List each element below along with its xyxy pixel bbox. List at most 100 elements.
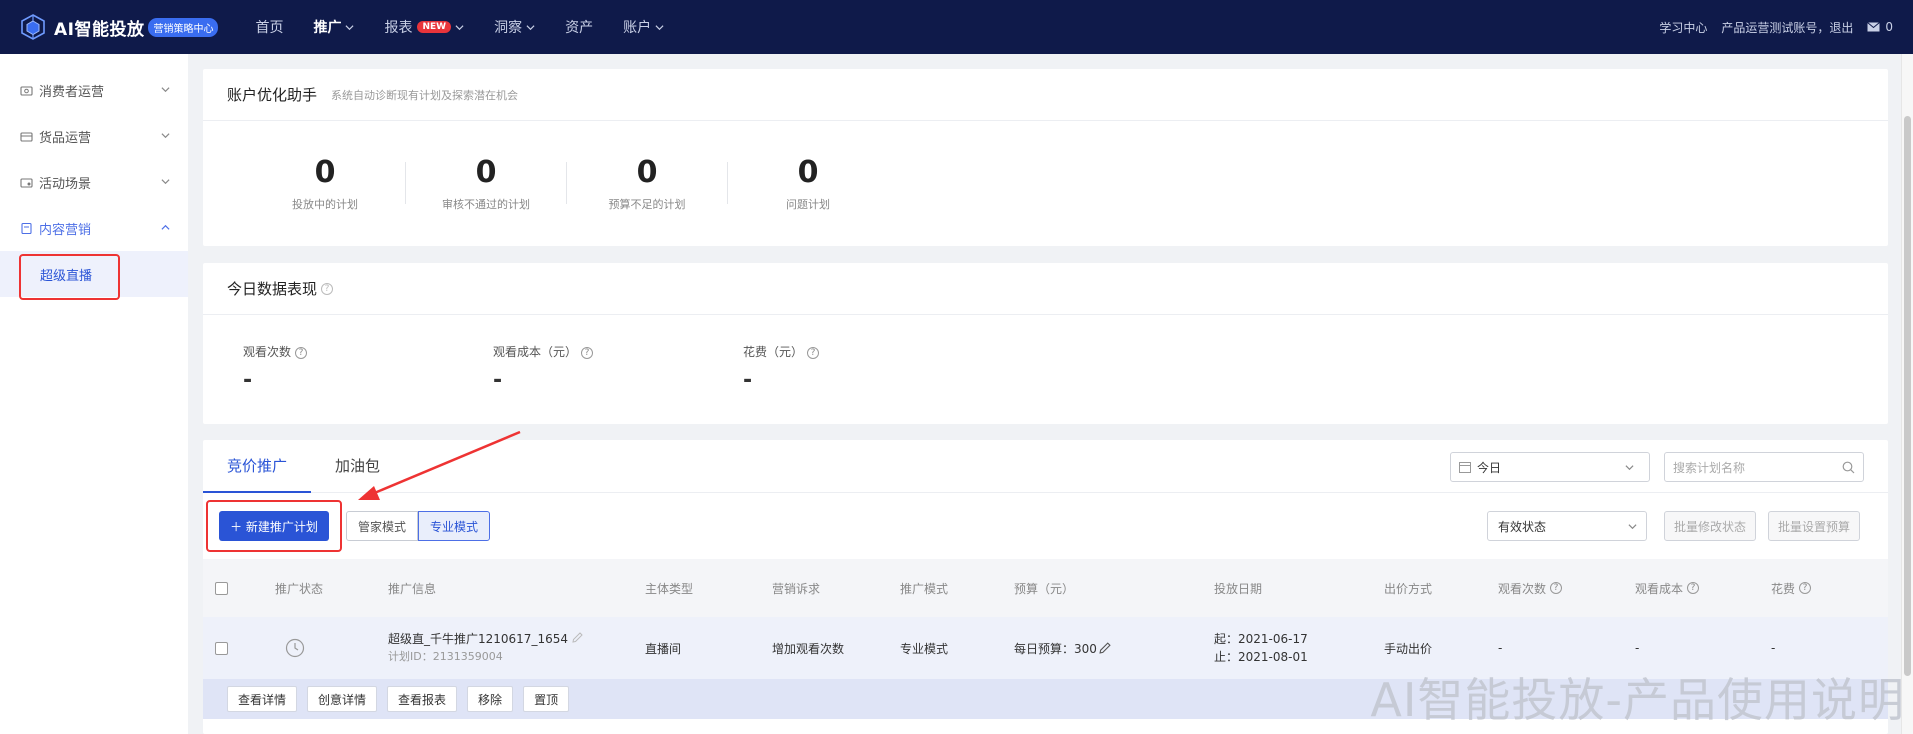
sidebar-item-goods-ops[interactable]: 货品运营: [0, 113, 188, 159]
stat-value: 0: [797, 154, 819, 190]
col-view-cost: 观看成本?: [1635, 559, 1700, 617]
optimizer-title: 账户优化助手: [227, 86, 318, 104]
help-icon[interactable]: ?: [581, 346, 594, 359]
help-icon[interactable]: ?: [1799, 582, 1812, 594]
stat-rejected-plans[interactable]: 0 审核不通过的计划: [406, 155, 566, 212]
nav-reports[interactable]: 报表 NEW: [369, 0, 479, 54]
nav-promotion[interactable]: 推广: [298, 0, 369, 54]
nav-account-label: 账户: [623, 20, 652, 36]
date-range-value: 今日: [1477, 460, 1502, 475]
stat-value: 0: [475, 154, 497, 190]
logo-badge: 营销策略中心: [148, 17, 219, 37]
tab-bidding-promotion[interactable]: 竞价推广: [203, 455, 312, 493]
nav-promotion-label: 推广: [313, 20, 342, 36]
nav-assets-label: 资产: [565, 20, 594, 36]
stat-value: 0: [314, 154, 336, 190]
account-logout-link[interactable]: 产品运营测试账号，退出: [1721, 19, 1853, 36]
edit-pencil-icon[interactable]: [1099, 642, 1111, 654]
view-details-button[interactable]: 查看详情: [227, 686, 298, 712]
help-icon[interactable]: ?: [807, 346, 820, 359]
metric-label: 观看成本（元）: [493, 345, 578, 359]
sidebar-item-label: 消费者运营: [39, 84, 105, 100]
mode-butler[interactable]: 管家模式: [346, 511, 419, 541]
campaign-name[interactable]: 超级直_千牛推广1210617_1654: [388, 632, 568, 646]
view-report-button[interactable]: 查看报表: [387, 686, 458, 712]
top-navigation-bar: AI智能投放 营销策略中心 首页 推广 报表 NEW 洞察 资产 账户 学习中心…: [0, 0, 1913, 54]
col-views-label: 观看次数: [1498, 581, 1547, 596]
nav-reports-label: 报表: [384, 20, 413, 36]
remove-button[interactable]: 移除: [467, 686, 514, 712]
creative-details-button[interactable]: 创意详情: [307, 686, 378, 712]
goods-icon: [20, 131, 33, 142]
help-icon[interactable]: ?: [1550, 582, 1563, 594]
metric-spend: 花费（元）? -: [743, 343, 993, 393]
budget-cell: 每日预算：300: [1014, 617, 1111, 679]
search-placeholder: 搜索计划名称: [1673, 460, 1746, 475]
campaign-tabs: 竞价推广 加油包 今日 搜索计划名称: [203, 440, 1888, 493]
col-spend: 花费?: [1771, 559, 1812, 617]
help-icon[interactable]: ?: [321, 282, 334, 295]
mode-professional[interactable]: 专业模式: [418, 511, 491, 541]
sidebar: 消费者运营 货品运营 活动场景 内容营销 超级直播: [0, 54, 188, 734]
logo-cube-icon: [21, 14, 45, 40]
nav-assets[interactable]: 资产: [550, 0, 608, 54]
stat-value: 0: [636, 154, 658, 190]
batch-set-budget-button[interactable]: 批量设置预算: [1768, 511, 1860, 541]
metric-label: 花费（元）: [743, 345, 804, 359]
sidebar-item-content-marketing[interactable]: 内容营销: [0, 205, 188, 251]
scroll-thumb[interactable]: [1904, 116, 1911, 676]
nav-account[interactable]: 账户: [608, 0, 679, 54]
dates-cell: 起：2021-06-17 止：2021-08-01: [1214, 617, 1308, 679]
col-subject: 主体类型: [645, 581, 694, 596]
goal-cell: 增加观看次数: [772, 641, 845, 656]
chevron-down-icon: [161, 87, 170, 93]
nav-home[interactable]: 首页: [240, 0, 298, 54]
tab-boost-pack[interactable]: 加油包: [311, 455, 404, 492]
logo[interactable]: AI智能投放 营销策略中心: [20, 0, 219, 54]
sidebar-item-activity[interactable]: 活动场景: [0, 159, 188, 205]
today-title: 今日数据表现: [227, 280, 318, 298]
stat-label: 审核不通过的计划: [442, 197, 530, 211]
account-optimizer-card: 账户优化助手 系统自动诊断现有计划及探索潜在机会 0 投放中的计划 0 审核不通…: [203, 69, 1888, 246]
col-spend-label: 花费: [1771, 581, 1796, 596]
row-select-cell: [215, 617, 228, 679]
chevron-down-icon: [1625, 465, 1634, 471]
nav-insights[interactable]: 洞察: [479, 0, 550, 54]
sidebar-item-label: 活动场景: [39, 176, 92, 192]
chevron-up-icon: [161, 224, 170, 230]
page-scrollbar[interactable]: [1901, 54, 1913, 734]
stat-label: 预算不足的计划: [608, 197, 686, 211]
search-icon: [1842, 461, 1855, 474]
pin-top-button[interactable]: 置顶: [523, 686, 570, 712]
campaign-toolbar: ＋ 新建推广计划 管家模式 专业模式 有效状态 批量修改状态 批量设置预算: [203, 493, 1888, 559]
nav-insights-label: 洞察: [494, 20, 523, 36]
metric-views: 观看次数? -: [243, 343, 493, 393]
status-filter-select[interactable]: 有效状态: [1487, 511, 1647, 541]
help-icon[interactable]: ?: [1687, 582, 1700, 594]
stat-problem-plans[interactable]: 0 问题计划: [728, 155, 888, 212]
select-all-checkbox[interactable]: [215, 581, 228, 595]
start-date: 起：2021-06-17: [1214, 632, 1308, 646]
new-badge: NEW: [417, 21, 452, 33]
row-checkbox[interactable]: [215, 641, 228, 655]
today-header: 今日数据表现 ?: [203, 263, 1888, 315]
col-status: 推广状态: [275, 581, 324, 596]
chevron-down-icon: [655, 24, 664, 30]
learning-center-link[interactable]: 学习中心: [1659, 19, 1707, 36]
stat-active-plans[interactable]: 0 投放中的计划: [245, 155, 405, 212]
date-range-picker[interactable]: 今日: [1450, 452, 1650, 482]
messages-button[interactable]: 0: [1867, 20, 1893, 34]
plan-id: 计划ID：2131359004: [388, 650, 503, 663]
today-metrics: 观看次数? - 观看成本（元）? - 花费（元）? -: [203, 315, 1888, 393]
stat-low-budget-plans[interactable]: 0 预算不足的计划: [567, 155, 727, 212]
search-input[interactable]: 搜索计划名称: [1664, 452, 1864, 482]
help-icon[interactable]: ?: [295, 346, 308, 359]
sidebar-item-consumer-ops[interactable]: 消费者运营: [0, 67, 188, 113]
chevron-down-icon: [161, 133, 170, 139]
batch-edit-status-button[interactable]: 批量修改状态: [1664, 511, 1756, 541]
metric-label: 观看次数: [243, 345, 292, 359]
sidebar-item-label: 内容营销: [39, 222, 92, 238]
status-cell: [285, 617, 305, 679]
edit-pencil-icon[interactable]: [572, 632, 583, 643]
highlight-box-super-live: [19, 254, 120, 300]
